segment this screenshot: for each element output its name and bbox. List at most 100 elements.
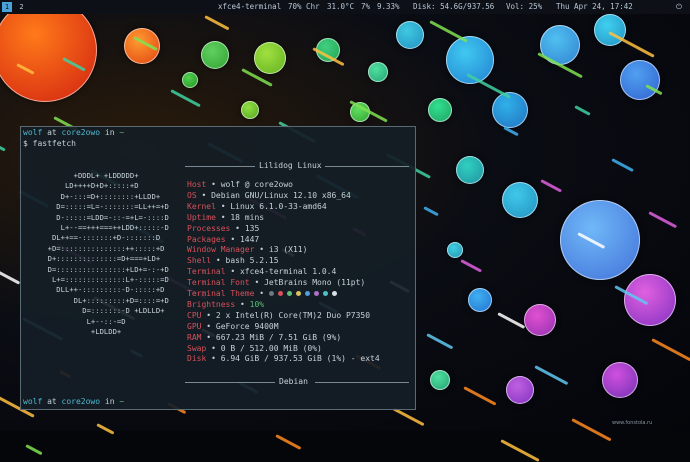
wallpaper-streak	[540, 179, 563, 193]
volume-indicator[interactable]: Vol: 25%	[506, 0, 542, 14]
wallpaper-bubble	[241, 101, 259, 119]
prompt-at: at	[42, 128, 62, 137]
status-bar: 1 2 xfce4-terminal 70% Chr 31.0°C 7% 9.3…	[0, 0, 690, 14]
theme-color-dot	[322, 291, 328, 296]
wallpaper-streak	[463, 386, 497, 406]
info-key: Terminal	[187, 267, 226, 277]
info-value: GeForce 9400M	[215, 321, 279, 331]
prompt-user: wolf	[23, 128, 43, 137]
wallpaper-bubble	[368, 62, 388, 82]
terminal-window[interactable]: wolf at core2owo in ~ $ fastfetch Lilido…	[20, 126, 416, 410]
logo-line: D+::::::::::::::=D+===+LD+	[39, 254, 161, 264]
wallpaper-bubble	[447, 242, 463, 258]
info-row: Terminal Font • JetBrains Mono (11pt)	[187, 278, 365, 289]
wallpaper-streak	[0, 137, 6, 152]
header-title: Lilidog Linux	[259, 161, 322, 170]
info-key: CPU	[187, 310, 202, 320]
info-value: Linux 6.1.0-33-amd64	[230, 201, 327, 211]
info-row: Brightness • 10%	[187, 300, 264, 311]
logo-line: D=:::::::-D +LDLLD+	[39, 306, 165, 316]
wallpaper-streak	[497, 312, 526, 329]
logo-line: DL+:::::::::+D=::::=+D	[39, 295, 169, 305]
workspace-button-2[interactable]: 2	[17, 2, 27, 12]
info-row: Host • wolf @ core2owo	[187, 180, 293, 191]
wallpaper-streak	[423, 206, 439, 217]
info-separator: •	[201, 310, 216, 320]
wallpaper-streak	[571, 418, 612, 442]
load-indicator: 9.33%	[377, 2, 400, 11]
clock: Thu Apr 24, 17:42	[556, 2, 633, 11]
logo-line: L+--::-=D	[39, 316, 126, 326]
info-value: JetBrains Mono (11pt)	[264, 278, 366, 288]
wallpaper-streak	[648, 211, 678, 229]
theme-color-dot	[277, 291, 283, 296]
info-separator: •	[225, 234, 240, 244]
info-key: Brightness	[187, 299, 236, 309]
wallpaper-bubble	[560, 200, 640, 280]
footer-rule-right	[315, 382, 409, 383]
wallpaper-bubble	[396, 21, 424, 49]
workspace-button-1[interactable]: 1	[2, 2, 12, 12]
logo-line: DLL++-:::::::::-D-:::::+D	[39, 285, 165, 295]
theme-color-dot	[268, 291, 274, 296]
info-key: GPU	[187, 321, 202, 331]
info-separator: •	[206, 343, 221, 353]
wallpaper-bubble	[506, 376, 534, 404]
wallpaper-streak	[0, 264, 21, 285]
wallpaper-streak	[534, 365, 569, 386]
theme-color-dot	[304, 291, 310, 296]
prompt-in: in	[100, 397, 120, 406]
temperature-indicator: 31.0°C	[327, 2, 355, 11]
info-value: Debian GNU/Linux 12.10 x86_64	[211, 190, 351, 200]
info-key: Host	[187, 180, 207, 189]
wallpaper-streak	[651, 338, 690, 362]
info-row: Window Manager • i3 (X11)	[187, 245, 307, 256]
info-key: Packages	[187, 234, 226, 244]
prompt-dir: ~	[119, 397, 125, 406]
info-row: Disk • 6.94 GiB / 937.53 GiB (1%) - ext4	[187, 354, 380, 365]
logo-line: L+--==+++===++LDD+:::::-D	[39, 223, 169, 232]
info-value: 18 mins	[230, 212, 265, 222]
logo-line: D-:::::=LDD=-::-=+L=-::::D	[39, 212, 169, 222]
cpu-indicator: 70% Chr	[288, 2, 320, 11]
info-separator: •	[230, 223, 245, 233]
wallpaper-bubble	[456, 156, 484, 184]
wallpaper-bubble	[0, 0, 97, 102]
wallpaper-bubble	[428, 98, 452, 122]
wallpaper-streak	[429, 20, 468, 43]
wallpaper-bubble	[430, 370, 450, 390]
wallpaper-streak	[574, 105, 591, 116]
theme-color-dot	[295, 291, 301, 296]
theme-color-dot	[331, 291, 337, 296]
wallpaper-streak	[500, 439, 540, 462]
wallpaper-streak	[170, 89, 201, 108]
info-value: 10%	[249, 299, 265, 309]
info-key: OS	[187, 190, 197, 200]
wallpaper-streak	[392, 407, 425, 427]
wallpaper-bubble	[602, 362, 638, 398]
info-row: Swap • 0 B / 512.00 MiB (0%)	[187, 344, 322, 355]
info-separator: •	[206, 354, 221, 364]
wallpaper-streak	[275, 434, 302, 450]
info-separator: •	[235, 299, 250, 309]
info-key: Kernel	[187, 201, 216, 211]
power-icon[interactable]: ⏻	[676, 0, 682, 14]
logo-line: D=:::::=L=-:::::::=LL++=+D	[39, 202, 169, 212]
wallpaper-streak	[96, 423, 115, 435]
info-row: Uptime • 18 mins	[187, 213, 264, 224]
disk-indicator: Disk: 54.6G/937.56	[413, 2, 495, 11]
wallpaper-streak	[460, 259, 483, 273]
wallpaper-streak	[25, 444, 43, 456]
wallpaper-streak	[611, 158, 634, 173]
info-row: GPU • GeForce 9400M	[187, 322, 279, 333]
info-row: Terminal • xfce4-terminal 1.0.4	[187, 267, 336, 278]
info-key: Window Manager	[187, 245, 255, 255]
info-row: RAM • 667.23 MiB / 7.51 GiB (9%)	[187, 333, 341, 344]
info-row: Shell • bash 5.2.15	[187, 256, 279, 267]
watermark-text: www.fonstola.ru	[612, 420, 653, 426]
wallpaper-streak	[204, 15, 230, 31]
prompt-user: wolf	[23, 397, 43, 406]
theme-color-dot	[286, 291, 292, 296]
info-key: Terminal Font	[187, 278, 250, 288]
info-value: 135	[244, 223, 260, 233]
